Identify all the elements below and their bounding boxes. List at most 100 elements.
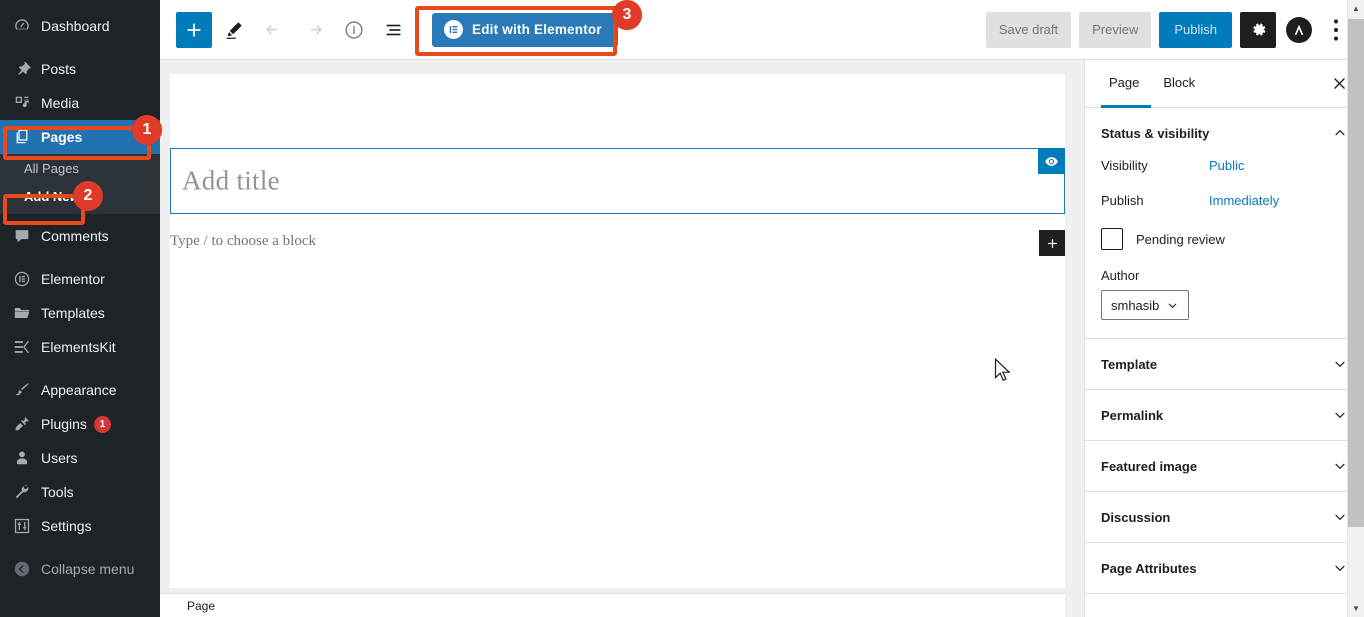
tab-block[interactable]: Block [1151,61,1207,108]
visibility-value-button[interactable]: Public [1209,158,1244,173]
tab-page[interactable]: Page [1101,61,1152,108]
publish-value-button[interactable]: Immediately [1209,193,1279,208]
sidebar-item-label: Posts [41,61,77,77]
undo-button[interactable] [256,12,292,48]
sidebar-separator-3 [0,364,160,373]
gear-icon [1252,23,1265,36]
editor-toolbar: Edit with Elementor Save draft Preview P… [160,0,1364,60]
chevron-up-icon [1332,125,1348,141]
scroll-down-arrow[interactable]: ▼ [1348,600,1364,617]
sidebar-item-media[interactable]: Media [0,86,160,120]
author-select[interactable]: smhasib [1101,290,1190,320]
editor-canvas-column: Add title Type / to choose a block Page [160,60,1084,617]
block-inserter-button[interactable] [1039,230,1065,256]
sidebar-item-label: ElementsKit [41,339,116,356]
chevron-down-icon [1169,303,1177,308]
post-title-block[interactable]: Add title [170,148,1065,214]
chevron-down-icon [1332,560,1348,576]
comment-icon [12,226,32,246]
preview-eye-icon[interactable] [1038,148,1065,174]
plugins-update-badge: 1 [93,415,111,433]
close-icon [1333,78,1345,89]
pages-icon [12,127,32,147]
sidebar-item-collapse-menu[interactable]: Collapse menu [0,552,160,586]
discussion-header[interactable]: Discussion [1101,492,1348,542]
sidebar-item-users[interactable]: Users [0,441,160,475]
template-title: Template [1101,356,1158,372]
breadcrumb-label[interactable]: Page [187,599,215,613]
sidebar-item-templates[interactable]: Templates [0,296,160,330]
sidebar-item-label: Users [41,450,78,467]
sidebar-separator-2 [0,253,160,262]
media-icon [12,93,32,113]
post-title-placeholder: Add title [182,165,280,196]
editor-canvas[interactable]: Add title Type / to choose a block [170,74,1065,588]
sidebar-item-label: Plugins [41,416,87,433]
sidebar-item-elementor[interactable]: Elementor [0,262,160,296]
sidebar-item-settings[interactable]: Settings [0,509,160,543]
discussion-title: Discussion [1101,509,1171,525]
status-visibility-header[interactable]: Status & visibility [1101,108,1348,158]
permalink-section: Permalink [1085,390,1364,441]
publish-label: Publish [1101,193,1144,208]
info-icon [345,20,363,39]
visibility-row: Visibility Public [1101,158,1348,173]
scrollbar-track[interactable] [1348,17,1364,600]
submenu-item-label: Add New [24,189,80,205]
page-attributes-header[interactable]: Page Attributes [1101,543,1348,593]
editor-main: Edit with Elementor Save draft Preview P… [160,0,1364,617]
scrollbar-thumb[interactable] [1348,19,1364,527]
sidebar-item-label: Collapse menu [41,561,135,578]
sidebar-item-elementskit[interactable]: ElementsKit [0,330,160,364]
elementor-logo-icon [444,20,463,39]
elementor-avatar-icon[interactable] [1286,16,1312,43]
featured-image-title: Featured image [1101,458,1198,474]
submenu-item-label: All Pages [24,161,79,176]
submenu-item-all-pages[interactable]: All Pages [0,155,160,183]
sidebar-item-posts[interactable]: Posts [0,52,160,86]
elementor-button-label: Edit with Elementor [472,22,602,37]
add-block-button[interactable] [176,11,212,48]
chevron-down-icon [1332,356,1348,372]
pending-review-checkbox[interactable] [1101,228,1123,250]
publish-button[interactable]: Publish [1159,11,1232,48]
preview-button[interactable]: Preview [1079,11,1152,48]
list-view-button[interactable] [376,12,412,48]
chevron-down-icon [1332,407,1348,423]
wrench-icon [12,482,32,502]
scroll-up-arrow[interactable]: ▲ [1348,0,1364,17]
featured-image-header[interactable]: Featured image [1101,441,1348,491]
elementskit-icon [12,337,32,357]
undo-icon [266,24,278,34]
sidebar-item-comments[interactable]: Comments [0,219,160,253]
sidebar-separator-1 [0,43,160,52]
sidebar-item-tools[interactable]: Tools [0,475,160,509]
document-breadcrumb-bar: Page [160,593,1065,617]
chevron-down-icon [1332,509,1348,525]
author-field: Author smhasib [1101,268,1348,320]
author-label: Author [1101,268,1140,283]
save-draft-button[interactable]: Save draft [985,11,1072,48]
sidebar-item-label: Pages [41,129,83,145]
sidebar-item-label: Settings [41,518,92,535]
default-paragraph-block[interactable]: Type / to choose a block [170,229,1065,263]
discussion-section: Discussion [1085,492,1364,543]
sidebar-item-appearance[interactable]: Appearance [0,373,160,407]
sidebar-item-dashboard[interactable]: Dashboard [0,9,160,43]
pencil-icon [226,21,242,39]
settings-button[interactable] [1240,11,1276,48]
redo-button[interactable] [296,12,332,48]
edit-with-elementor-button[interactable]: Edit with Elementor [432,12,618,47]
tools-edit-button[interactable] [216,12,252,48]
settings-panel-scroll: Status & visibility Visibility Public Pu… [1085,108,1364,617]
sidebar-item-plugins[interactable]: Plugins 1 [0,407,160,441]
folder-icon [12,303,32,323]
details-button[interactable] [336,12,372,48]
list-view-icon [386,24,401,35]
visibility-label: Visibility [1101,158,1148,173]
pending-review-row: Pending review [1101,228,1348,250]
vertical-scrollbar[interactable]: ▲ ▼ [1347,0,1364,617]
template-header[interactable]: Template [1101,339,1348,389]
permalink-header[interactable]: Permalink [1101,390,1348,440]
collapse-icon [12,559,32,579]
